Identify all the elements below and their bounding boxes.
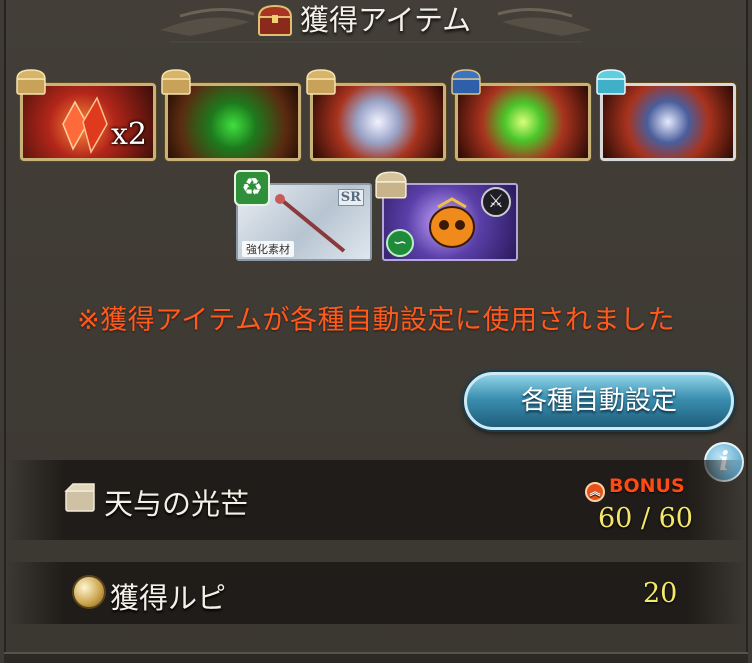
bonus-chevron-icon: ︽ — [585, 482, 605, 502]
item-count: x2 — [110, 117, 147, 152]
wind-element-icon: ∽ — [386, 229, 414, 257]
enhance-material-label: 強化素材 — [242, 241, 294, 257]
auto-setting-notice: ※獲得アイテムが各種自動設定に使用されました — [77, 305, 675, 336]
tenyo-value: 60 / 60 — [598, 503, 693, 534]
crossed-swords-icon: ⚔ — [481, 187, 511, 217]
bonus-text: BONUS — [609, 475, 685, 497]
header-title: 獲得アイテム — [300, 3, 472, 37]
bonus-badge: ︽ BONUS — [585, 475, 685, 502]
rupie-coin-icon — [72, 575, 106, 609]
gold-chest-icon — [16, 69, 46, 95]
recycle-icon: ♻ — [234, 170, 270, 206]
treasure-chest-icon — [257, 4, 293, 36]
gold-chest-icon — [306, 69, 336, 95]
rupie-label: 獲得ルピ — [110, 581, 227, 615]
tenyo-label: 天与の光芒 — [104, 487, 250, 521]
rupie-value: 20 — [643, 578, 678, 609]
artifact-icon — [429, 197, 475, 248]
panel-bottom-edge — [4, 652, 748, 663]
rarity-badge: SR — [337, 189, 364, 206]
wood-chest-icon — [375, 171, 407, 199]
gold-chest-icon — [161, 69, 191, 95]
auto-settings-button[interactable]: 各種自動設定 — [464, 372, 734, 430]
blue-chest-icon — [451, 69, 481, 95]
header: 獲得アイテム — [0, 0, 752, 48]
cyan-chest-icon — [596, 69, 626, 95]
wood-box-icon — [64, 483, 95, 512]
